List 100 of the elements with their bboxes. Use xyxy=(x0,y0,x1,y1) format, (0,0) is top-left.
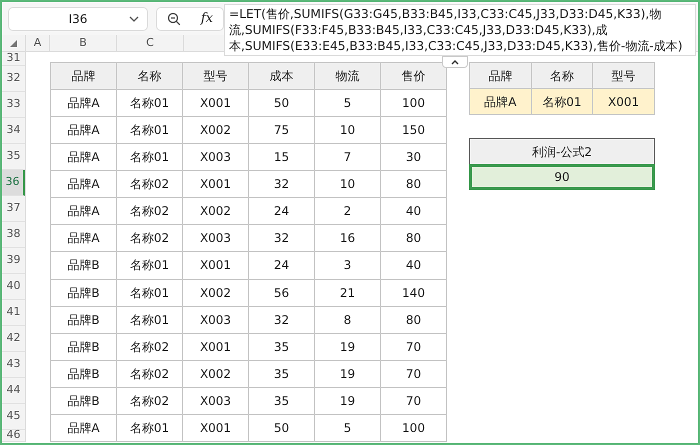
table-cell: 品牌A xyxy=(50,414,116,442)
table-cell: 80 xyxy=(380,170,446,198)
row-header[interactable]: 40 xyxy=(2,274,25,300)
row-header[interactable]: 44 xyxy=(2,378,25,404)
table-cell: 80 xyxy=(380,224,446,252)
table-cell: 品牌B xyxy=(50,387,116,414)
table-cell: 品牌B xyxy=(50,360,116,388)
table-cell: X002 xyxy=(182,360,248,388)
column-heading: 型号 xyxy=(182,62,248,90)
table-cell: 名称01 xyxy=(116,90,182,117)
table-cell: 2 xyxy=(314,198,380,225)
row-header[interactable]: 42 xyxy=(2,326,25,352)
table-cell: 名称01 xyxy=(531,88,593,114)
table-cell: 品牌A xyxy=(50,198,116,225)
column-heading: 型号 xyxy=(592,62,654,88)
column-header[interactable]: B xyxy=(50,35,117,51)
table-cell: 名称01 xyxy=(116,306,182,334)
table-cell: 56 xyxy=(248,279,314,306)
table-cell: X003 xyxy=(182,144,248,171)
row-header[interactable]: 32 xyxy=(2,66,25,92)
result-heading: 利润-公式2 xyxy=(469,138,655,164)
table-cell: X003 xyxy=(182,306,248,334)
column-header[interactable]: A xyxy=(26,35,50,51)
zoom-out-icon[interactable] xyxy=(166,12,181,26)
table-cell: 名称02 xyxy=(116,333,182,360)
table-cell: 名称02 xyxy=(116,170,182,198)
table-cell: X002 xyxy=(182,279,248,306)
column-heading: 物流 xyxy=(314,62,380,90)
table-cell: X001 xyxy=(182,252,248,279)
table-cell: 100 xyxy=(380,90,446,117)
column-heading: 品牌 xyxy=(50,62,116,90)
table-cell: X003 xyxy=(182,224,248,252)
table-cell: X002 xyxy=(182,198,248,225)
row-header[interactable]: 39 xyxy=(2,248,25,274)
row-header[interactable]: 37 xyxy=(2,196,25,222)
table-cell: 15 xyxy=(248,144,314,171)
collapse-button[interactable] xyxy=(442,56,468,68)
table-cell: 品牌A xyxy=(50,144,116,171)
table-cell: 70 xyxy=(380,387,446,414)
table-cell: 3 xyxy=(314,252,380,279)
table-cell: 品牌A xyxy=(50,224,116,252)
table-cell: 名称01 xyxy=(116,144,182,171)
table-cell: 名称02 xyxy=(116,198,182,225)
table-cell: 品牌A xyxy=(470,88,532,114)
table-cell: 品牌B xyxy=(50,279,116,306)
table-cell: 75 xyxy=(248,116,314,144)
table-cell: 7 xyxy=(314,144,380,171)
table-cell: 40 xyxy=(380,252,446,279)
column-header[interactable]: C xyxy=(117,35,184,51)
table-cell: 名称02 xyxy=(116,360,182,388)
row-header[interactable]: 38 xyxy=(2,222,25,248)
table-cell: 80 xyxy=(380,306,446,334)
table-cell: 10 xyxy=(314,170,380,198)
table-cell: 名称01 xyxy=(116,414,182,442)
row-header[interactable]: 46 xyxy=(2,430,25,442)
table-cell: X001 xyxy=(182,90,248,117)
table-cell: X002 xyxy=(182,116,248,144)
table-cell: 名称02 xyxy=(116,224,182,252)
column-heading: 品牌 xyxy=(470,62,532,88)
table-cell: X001 xyxy=(182,414,248,442)
caret-icon[interactable] xyxy=(129,16,139,22)
table-cell: X001 xyxy=(592,88,654,114)
table-cell: 35 xyxy=(248,387,314,414)
table-cell: 名称01 xyxy=(116,279,182,306)
table-cell: 5 xyxy=(314,90,380,117)
table-cell: 品牌A xyxy=(50,90,116,117)
table-cell: 70 xyxy=(380,360,446,388)
row-header[interactable]: 34 xyxy=(2,118,25,144)
table-cell: X001 xyxy=(182,333,248,360)
table-cell: 品牌B xyxy=(50,306,116,334)
table-cell: 70 xyxy=(380,333,446,360)
select-all-icon[interactable] xyxy=(10,40,17,46)
table-cell: 品牌A xyxy=(50,116,116,144)
row-header[interactable]: 41 xyxy=(2,300,25,326)
result-cell[interactable]: 90 xyxy=(469,164,655,190)
row-header[interactable]: 31 xyxy=(2,52,25,66)
chevron-up-icon[interactable] xyxy=(451,60,459,64)
table-cell: 50 xyxy=(248,90,314,117)
table-cell: 10 xyxy=(314,116,380,144)
function-button[interactable]: fx xyxy=(200,8,214,28)
table-cell: 名称02 xyxy=(116,387,182,414)
column-heading: 成本 xyxy=(248,62,314,90)
table-cell: 100 xyxy=(380,414,446,442)
table-cell: 140 xyxy=(380,279,446,306)
table-cell: 50 xyxy=(248,414,314,442)
table-cell: 8 xyxy=(314,306,380,334)
table-cell: 名称01 xyxy=(116,116,182,144)
table-cell: X001 xyxy=(182,170,248,198)
row-header[interactable]: 43 xyxy=(2,352,25,378)
table-cell: 19 xyxy=(314,360,380,388)
table-cell: 19 xyxy=(314,333,380,360)
table-cell: 名称01 xyxy=(116,252,182,279)
row-header[interactable]: 45 xyxy=(2,404,25,430)
name-box[interactable]: I36 xyxy=(8,6,148,30)
row-header[interactable]: 36 xyxy=(2,170,25,196)
formula-field[interactable]: =LET(售价,SUMIFS(G33:G45,B33:B45,I33,C33:C45,J33,D33:D45,K33),物 流,SUMIFS(F33:F45,B33:B45,I33,C33:C45,J33,D33:D45,K33),成 本,SUMIFS(E33:E45,B33:B45,I33,C33:C45,J33,D33:D45,K33),售价-物流-成本) xyxy=(224,4,696,56)
table-cell: 24 xyxy=(248,198,314,225)
row-header[interactable]: 33 xyxy=(2,92,25,118)
table-cell: 16 xyxy=(314,224,380,252)
table-cell: 40 xyxy=(380,198,446,225)
